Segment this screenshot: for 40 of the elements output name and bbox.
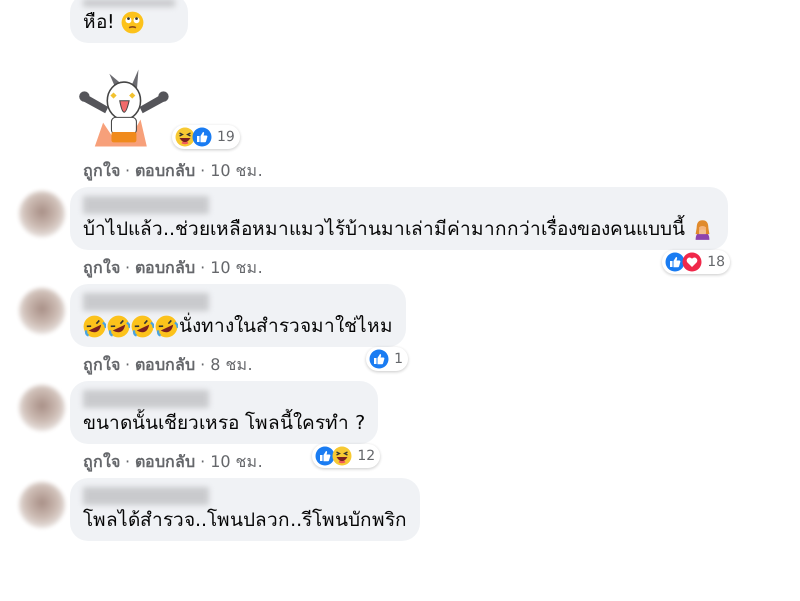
laughing-emoji-icon	[332, 446, 352, 466]
comment-text: บ้าไปแล้ว..ช่วยเหลือหมาแมวไร้บ้านมาเล่ามีค่ามากกว่าเรื่องของคนแบบนี้	[83, 217, 686, 242]
separator-dot: ·	[200, 258, 206, 278]
comment-text: โพลได้สำรวจ..โพนปลวก..รีโพนบักพริก	[83, 508, 408, 533]
comment-text: นั่งทางในสำรวจมาใช่ไหม	[179, 314, 393, 339]
action-link[interactable]: ถูกใจ	[83, 452, 120, 472]
separator-dot: ·	[125, 452, 130, 472]
action-link[interactable]: ตอบกลับ	[135, 452, 196, 472]
like-icon	[369, 349, 390, 369]
separator-dot: ·	[200, 452, 206, 472]
reaction-count[interactable]: 1	[366, 347, 408, 371]
separator-dot: ·	[125, 258, 130, 278]
laughing-emoji-icon	[155, 315, 178, 338]
separator-dot: ·	[125, 355, 130, 375]
laughing-emoji-icon	[131, 315, 154, 338]
action-link[interactable]: ถูกใจ	[83, 355, 120, 375]
action-link[interactable]: ตอบกลับ	[135, 161, 196, 181]
eyeroll-emoji-icon	[120, 11, 144, 34]
action-link[interactable]: ตอบกลับ	[135, 258, 196, 278]
timestamp[interactable]: 10 ชม.	[210, 161, 263, 181]
timestamp[interactable]: 8 ชม.	[210, 355, 253, 375]
separator-dot: ·	[125, 161, 130, 181]
reaction-count[interactable]: 12	[312, 444, 380, 468]
action-link[interactable]: ตอบกลับ	[135, 355, 196, 375]
timestamp[interactable]: 10 ชม.	[210, 452, 263, 472]
action-link[interactable]: ถูกใจ	[83, 258, 120, 278]
separator-dot: ·	[200, 355, 206, 375]
like-icon	[315, 446, 336, 466]
laughing-emoji-icon	[107, 315, 130, 338]
laughing-emoji-icon	[175, 127, 195, 147]
separator-dot: ·	[200, 161, 206, 181]
action-link[interactable]: ถูกใจ	[83, 161, 120, 181]
comment-text: หือ!	[83, 10, 115, 35]
reaction-count[interactable]: 18	[662, 250, 730, 274]
reaction-count[interactable]: 19	[172, 125, 240, 149]
like-icon	[192, 127, 212, 147]
laughing-emoji-icon	[83, 315, 106, 338]
timestamp[interactable]: 10 ชม.	[210, 258, 263, 278]
comment-text: ขนาดนั้นเชียวเหรอ โพลนี้ใครทำ ?	[83, 411, 366, 436]
like-icon	[665, 252, 686, 272]
